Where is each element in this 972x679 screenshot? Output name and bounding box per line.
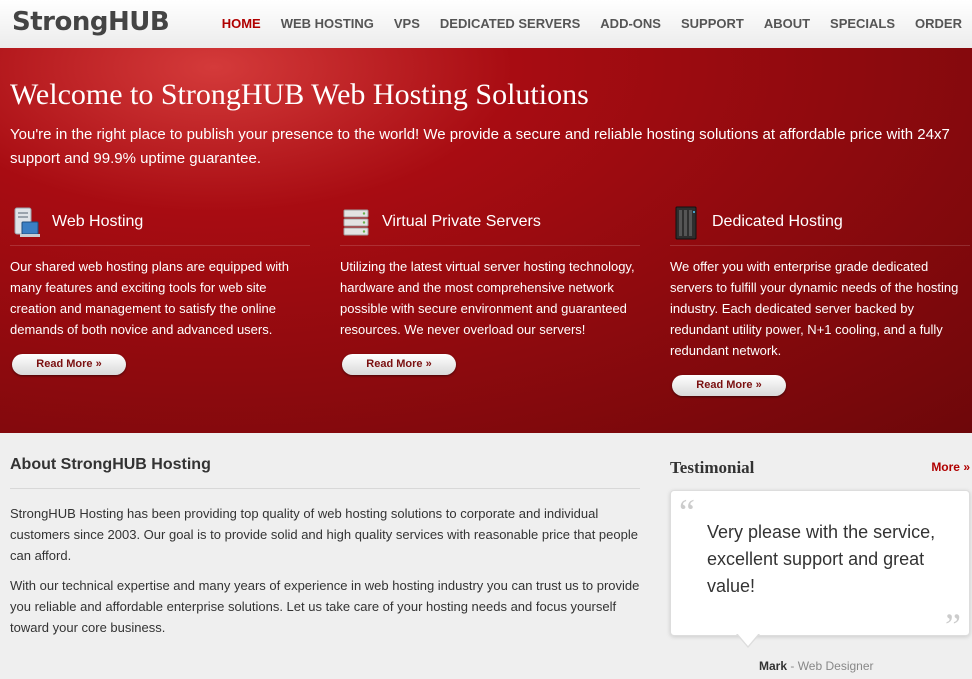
feature-title: Dedicated Hosting	[712, 213, 843, 230]
feature-title: Web Hosting	[52, 213, 144, 230]
server-rack-icon	[675, 206, 697, 240]
nav-dedicated-servers[interactable]: DEDICATED SERVERS	[430, 0, 590, 48]
feature-title: Virtual Private Servers	[382, 213, 541, 230]
testimonial-title: Testimonial	[670, 458, 755, 477]
testimonial-section: Testimonial More » “ Very please with th…	[670, 458, 970, 673]
open-quote-icon: “	[679, 492, 695, 532]
server-stack-icon	[343, 209, 369, 236]
read-more-button[interactable]: Read More »	[672, 375, 786, 396]
nav-web-hosting[interactable]: WEB HOSTING	[271, 0, 384, 48]
author-name: Mark	[759, 659, 788, 673]
about-section: About StrongHUB Hosting StrongHUB Hostin…	[10, 456, 640, 638]
feature-header: Web Hosting	[10, 203, 310, 246]
quote-tail-inner	[737, 633, 759, 646]
nav-order[interactable]: ORDER	[905, 0, 972, 48]
hero-title: Welcome to StrongHUB Web Hosting Solutio…	[10, 78, 589, 111]
about-paragraph: StrongHUB Hosting has been providing top…	[10, 506, 638, 563]
nav-specials[interactable]: SPECIALS	[820, 0, 905, 48]
feature-description: We offer you with enterprise grade dedic…	[670, 259, 959, 358]
read-more-button[interactable]: Read More »	[342, 354, 456, 375]
nav-home[interactable]: HOME	[212, 0, 271, 56]
nav-support[interactable]: SUPPORT	[671, 0, 754, 48]
read-more-button[interactable]: Read More »	[12, 354, 126, 375]
main-nav: HOME WEB HOSTING VPS DEDICATED SERVERS A…	[212, 0, 972, 56]
about-paragraph: With our technical expertise and many ye…	[10, 578, 640, 635]
nav-about[interactable]: ABOUT	[754, 0, 820, 48]
site-logo[interactable]: StrongHUB	[12, 7, 170, 37]
feature-dedicated-hosting: Dedicated Hosting We offer you with ente…	[670, 203, 970, 396]
feature-description: Utilizing the latest virtual server host…	[340, 259, 635, 337]
hero-subtitle: You're in the right place to publish you…	[10, 126, 950, 167]
feature-description: Our shared web hosting plans are equippe…	[10, 259, 289, 337]
web-hosting-icon	[14, 207, 40, 237]
testimonial-quote: Very please with the service, excellent …	[707, 522, 936, 596]
feature-header: Dedicated Hosting	[670, 203, 970, 246]
nav-vps[interactable]: VPS	[384, 0, 430, 48]
about-title: About StrongHUB Hosting	[10, 456, 640, 489]
author-role: Web Designer	[797, 659, 874, 673]
feature-header: Virtual Private Servers	[340, 203, 640, 246]
testimonial-author: Mark - Web Designer	[759, 659, 874, 673]
testimonial-quote-box: “ Very please with the service, excellen…	[670, 490, 970, 646]
hero-banner: Welcome to StrongHUB Web Hosting Solutio…	[0, 48, 972, 433]
close-quote-icon: ”	[945, 606, 961, 646]
nav-home-label: HOME	[221, 16, 261, 31]
nav-add-ons[interactable]: ADD-ONS	[590, 0, 671, 48]
author-separator: -	[787, 659, 798, 673]
feature-web-hosting: Web Hosting Our shared web hosting plans…	[10, 203, 310, 375]
testimonial-more-link[interactable]: More »	[931, 460, 970, 474]
feature-vps: Virtual Private Servers Utilizing the la…	[340, 203, 640, 375]
site-header: StrongHUB HOME WEB HOSTING VPS DEDICATED…	[0, 0, 972, 56]
